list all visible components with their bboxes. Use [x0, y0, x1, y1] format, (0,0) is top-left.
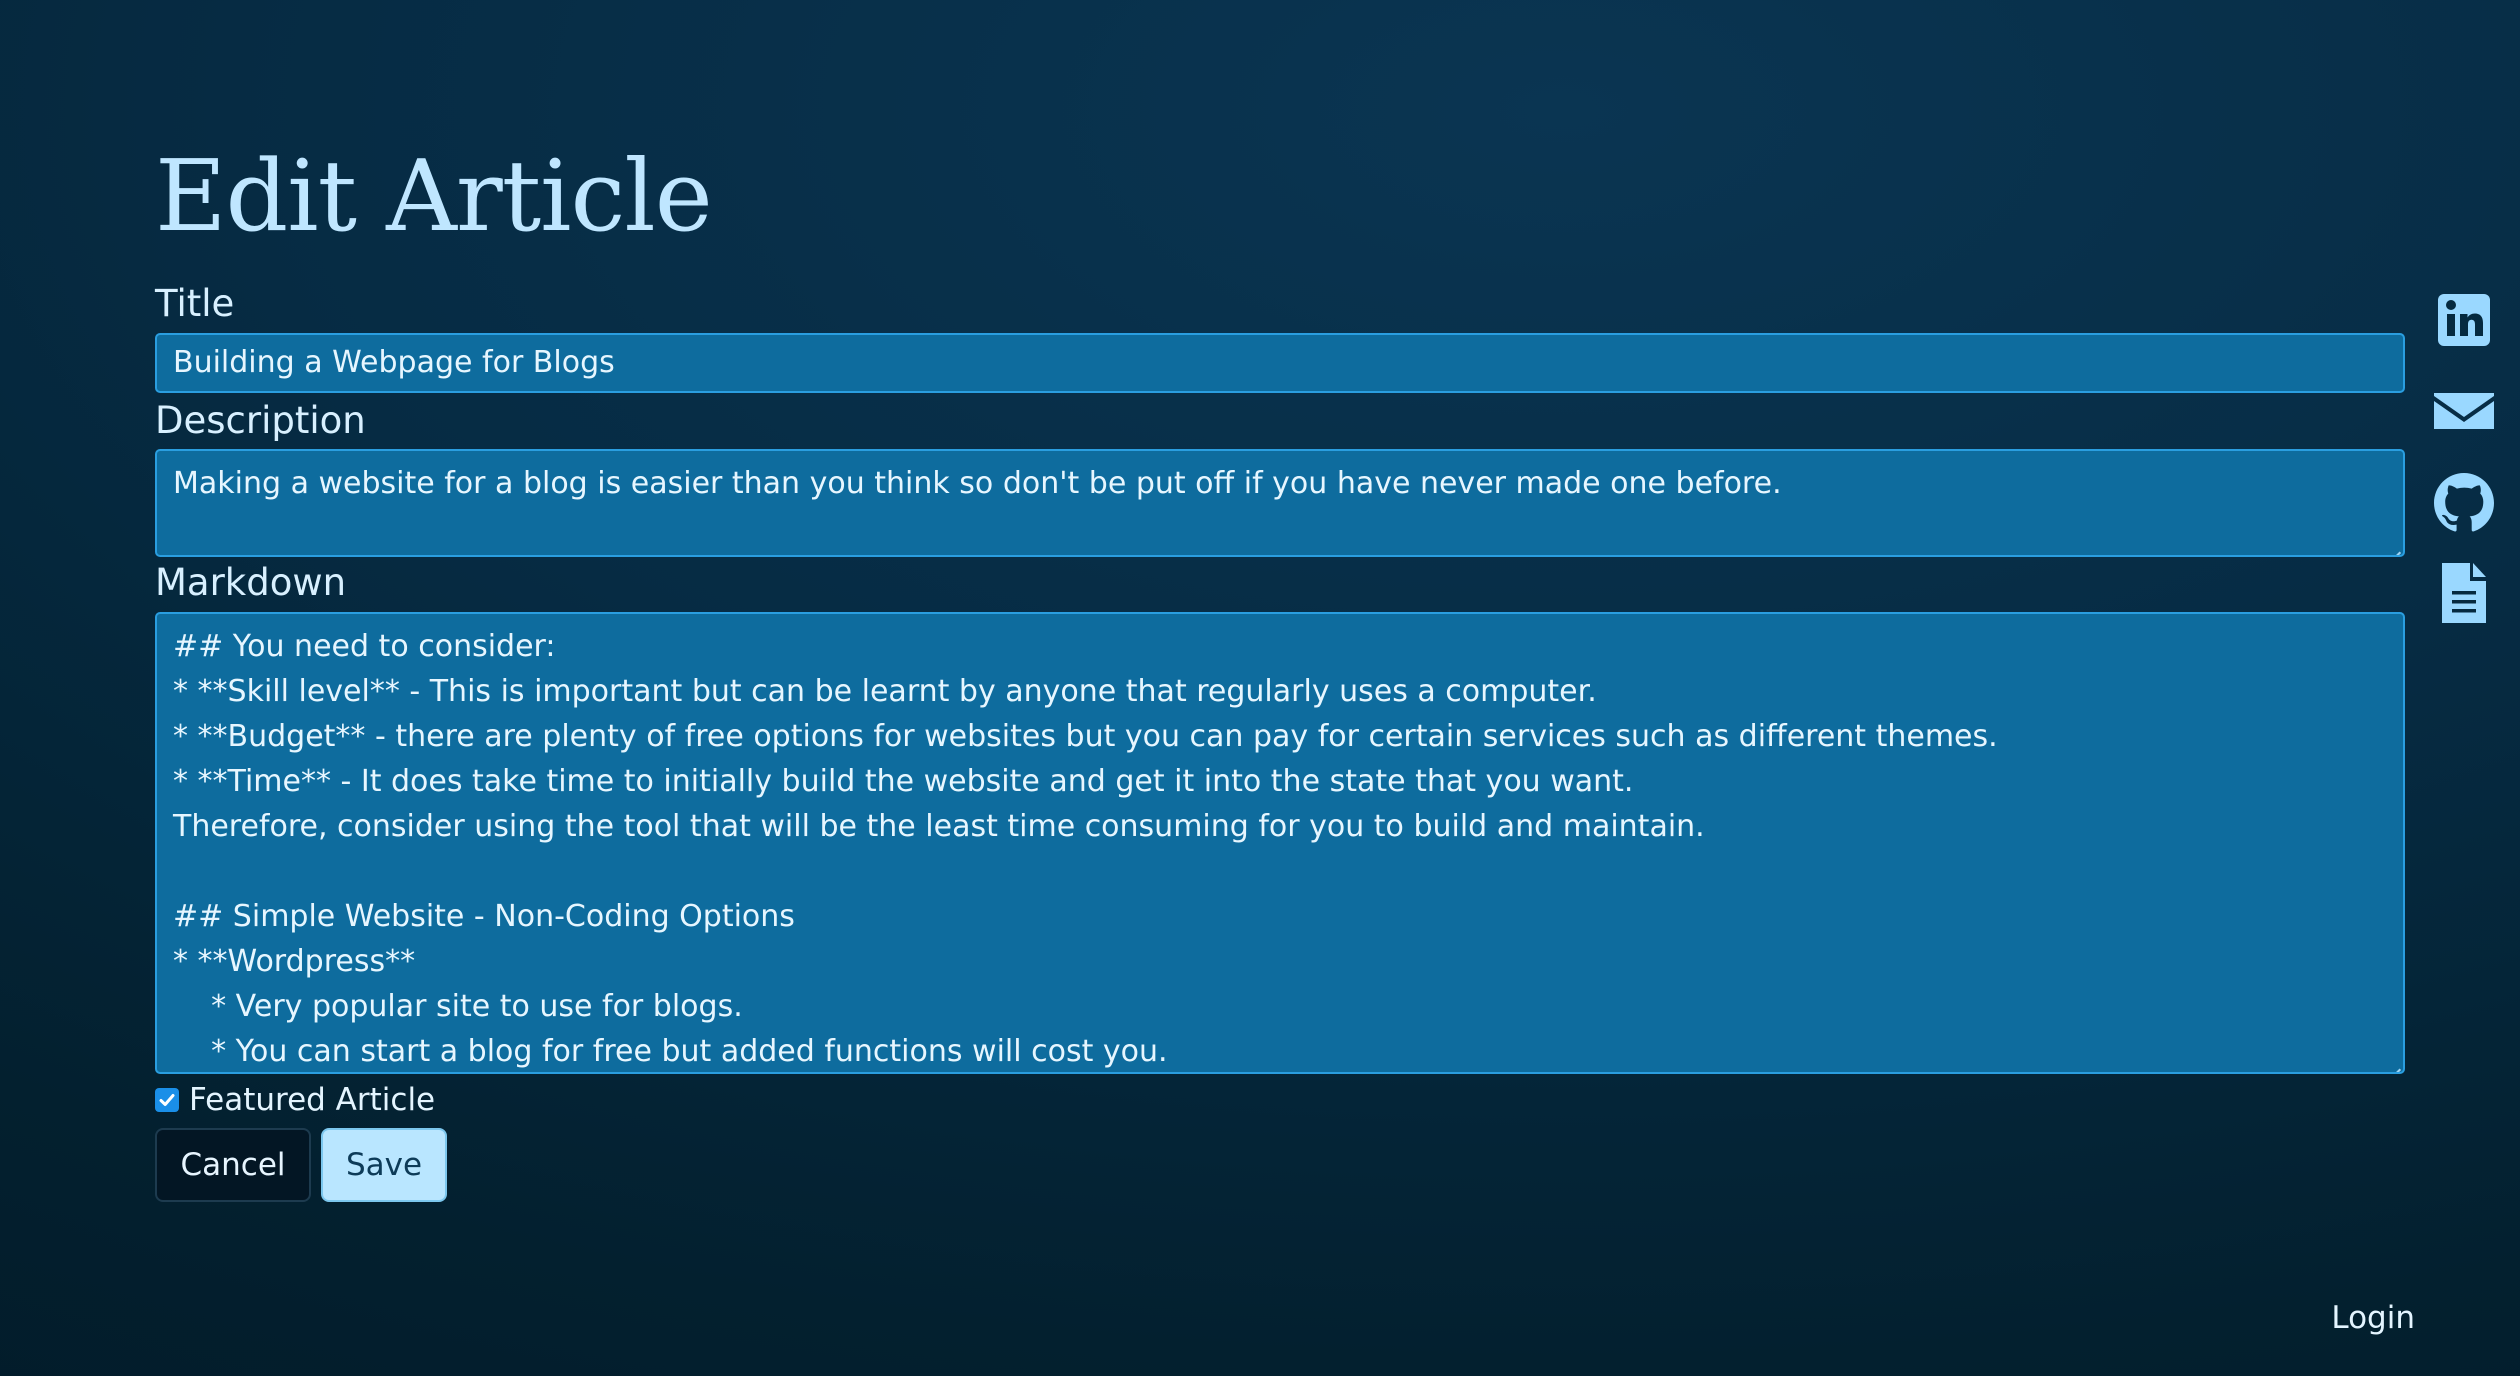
description-text: Making a website for a blog is easier th… — [173, 466, 1782, 502]
markdown-line: * **Skill level** - This is important bu… — [173, 674, 1597, 710]
checkmark-icon — [159, 1094, 175, 1107]
markdown-line: * You can start a blog for free but adde… — [173, 1034, 1168, 1070]
title-input[interactable]: Building a Webpage for Blogs — [155, 332, 2405, 393]
markdown-line: Therefore, consider using the tool that … — [173, 809, 1705, 845]
social-links-sidebar — [2432, 288, 2496, 652]
linkedin-icon[interactable] — [2432, 288, 2496, 352]
resize-handle-icon[interactable] — [2387, 1056, 2401, 1070]
page-title: Edit Article — [155, 140, 713, 254]
markdown-line: * Very popular site to use for blogs. — [173, 989, 743, 1025]
document-icon[interactable] — [2432, 561, 2496, 625]
markdown-line: * **Budget** - there are plenty of free … — [173, 719, 1998, 755]
markdown-label: Markdown — [155, 561, 347, 605]
markdown-line: ## You need to consider: — [173, 629, 556, 665]
markdown-line: * **Wordpress** — [173, 944, 416, 980]
title-label: Title — [155, 282, 235, 325]
markdown-textarea[interactable]: ## You need to consider: * **Skill level… — [155, 612, 2405, 1075]
github-icon[interactable] — [2432, 470, 2496, 534]
featured-article-row: Featured Article — [155, 1082, 2405, 1118]
login-link[interactable]: Login — [2331, 1300, 2415, 1336]
markdown-line — [173, 849, 2387, 894]
save-button[interactable]: Save — [321, 1128, 447, 1203]
featured-article-checkbox[interactable] — [155, 1088, 179, 1113]
featured-article-label: Featured Article — [189, 1082, 436, 1119]
resize-handle-icon[interactable] — [2387, 539, 2401, 553]
form-actions: Cancel Save — [155, 1128, 2405, 1203]
markdown-line: ## Simple Website - Non-Coding Options — [173, 899, 795, 935]
edit-article-page: Edit Article Title Building a Webpage fo… — [155, 130, 2405, 1203]
description-label: Description — [155, 398, 366, 442]
markdown-line: * **Time** - It does take time to initia… — [173, 764, 1634, 800]
cancel-button[interactable]: Cancel — [155, 1128, 311, 1203]
description-textarea[interactable]: Making a website for a blog is easier th… — [155, 449, 2405, 558]
email-icon[interactable] — [2432, 379, 2496, 443]
